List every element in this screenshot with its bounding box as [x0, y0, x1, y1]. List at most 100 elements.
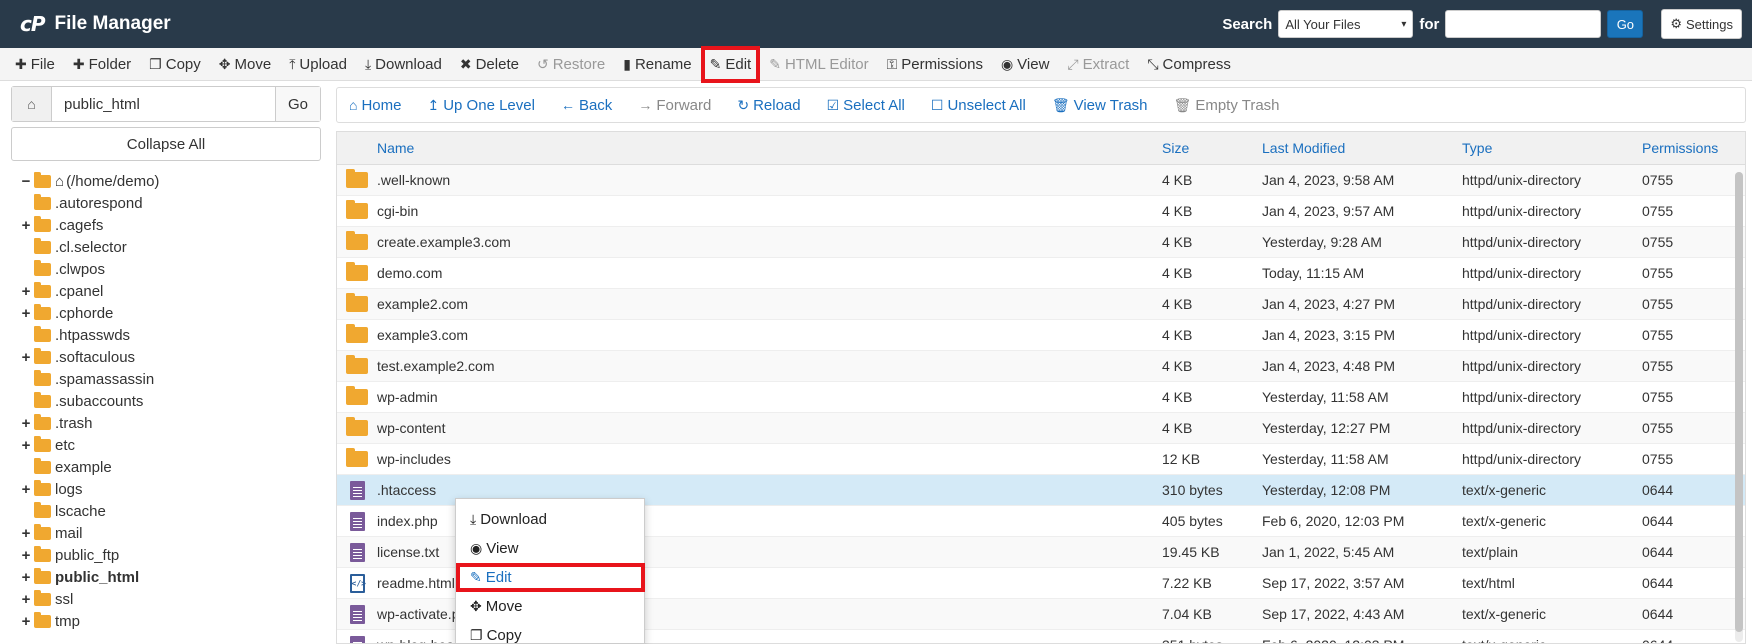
- tree-item[interactable]: + tmp: [18, 610, 328, 632]
- context-menu-item-download[interactable]: ⤓ Download: [456, 505, 644, 534]
- folder-icon: [34, 369, 51, 386]
- table-scrollbar[interactable]: [1735, 172, 1743, 642]
- key-icon: ⚿: [886, 55, 898, 72]
- table-row[interactable]: wp-includes 12 KB Yesterday, 11:58 AM httpd…: [337, 444, 1745, 475]
- table-row[interactable]: cgi-bin 4 KB Jan 4, 2023, 9:57 AM httpd/uni…: [337, 196, 1745, 227]
- empty-trash-button[interactable]: 🗑 Empty Trash: [1174, 97, 1280, 114]
- table-row[interactable]: demo.com 4 KB Today, 11:15 AM httpd/unix-di…: [337, 258, 1745, 289]
- reload-button[interactable]: ↻ Reload: [737, 97, 800, 114]
- upload-button[interactable]: ⤒ Upload: [280, 48, 356, 81]
- expand-icon[interactable]: +: [18, 613, 34, 630]
- edit-button[interactable]: ✎ Edit: [700, 45, 761, 83]
- tree-item[interactable]: lscache: [18, 500, 328, 522]
- name-column-header[interactable]: Name: [377, 140, 1162, 156]
- modified-column-header[interactable]: Last Modified: [1262, 140, 1462, 156]
- settings-button[interactable]: ⚙ Settings: [1661, 9, 1742, 39]
- context-menu-item-edit[interactable]: ✎ Edit: [456, 563, 645, 592]
- home-icon[interactable]: ⌂: [12, 87, 52, 121]
- table-row[interactable]: example2.com 4 KB Jan 4, 2023, 4:27 PM http…: [337, 289, 1745, 320]
- expand-icon[interactable]: +: [18, 415, 34, 432]
- app-logo[interactable]: cP File Manager: [20, 12, 171, 36]
- tree-item[interactable]: example: [18, 456, 328, 478]
- tree-item[interactable]: − ⌂ (/home/demo): [18, 170, 328, 192]
- tree-item[interactable]: .subaccounts: [18, 390, 328, 412]
- table-row[interactable]: create.example3.com 4 KB Yesterday, 9:28 A…: [337, 227, 1745, 258]
- extract-button[interactable]: ⤢ Extract: [1058, 48, 1138, 81]
- tree-item[interactable]: + public_ftp: [18, 544, 328, 566]
- collapse-icon[interactable]: −: [18, 173, 34, 190]
- restore-button[interactable]: ↺ Restore: [528, 48, 614, 81]
- move-button[interactable]: ✥ Move: [210, 48, 280, 81]
- view-button[interactable]: ◉ View: [992, 48, 1058, 81]
- context-menu: ⤓ Download ◉ View ✎ Edit ✥ Move ❐ Copy: [455, 498, 645, 644]
- file-modified: Feb 6, 2020, 12:03 PM: [1262, 637, 1462, 643]
- rename-button[interactable]: ▮ Rename: [614, 48, 700, 81]
- view-trash-button[interactable]: 🗑 View Trash: [1052, 97, 1148, 114]
- table-row[interactable]: wp-content 4 KB Yesterday, 12:27 PM httpd/u…: [337, 413, 1745, 444]
- table-row[interactable]: example3.com 4 KB Jan 4, 2023, 3:15 PM http…: [337, 320, 1745, 351]
- tree-item[interactable]: + .softaculous: [18, 346, 328, 368]
- plus-icon: ✚: [15, 55, 27, 72]
- expand-icon[interactable]: +: [18, 217, 34, 234]
- expand-icon[interactable]: +: [18, 569, 34, 586]
- tree-item[interactable]: + mail: [18, 522, 328, 544]
- context-menu-item-view[interactable]: ◉ View: [456, 534, 644, 563]
- file-type: httpd/unix-directory: [1462, 327, 1582, 343]
- search-go-button[interactable]: Go: [1607, 10, 1644, 38]
- context-menu-item-move[interactable]: ✥ Move: [456, 592, 644, 621]
- html-editor-button[interactable]: ✎ HTML Editor: [760, 48, 877, 81]
- new-file-button[interactable]: ✚ File: [6, 48, 64, 81]
- path-input[interactable]: public_html: [52, 87, 276, 121]
- expand-icon[interactable]: +: [18, 349, 34, 366]
- expand-icon[interactable]: +: [18, 481, 34, 498]
- tree-item[interactable]: + .cagefs: [18, 214, 328, 236]
- copy-button[interactable]: ❐ Copy: [140, 48, 210, 81]
- type-column-header[interactable]: Type: [1462, 140, 1642, 156]
- tree-item[interactable]: + .cphorde: [18, 302, 328, 324]
- file-type: text/x-generic: [1462, 606, 1547, 622]
- expand-icon[interactable]: +: [18, 525, 34, 542]
- table-row[interactable]: wp-admin 4 KB Yesterday, 11:58 AM httpd/uni…: [337, 382, 1745, 413]
- tree-item[interactable]: .htpasswds: [18, 324, 328, 346]
- download-button[interactable]: ⤓ Download: [356, 48, 451, 81]
- html-editor-label: HTML Editor: [784, 55, 869, 73]
- tree-item[interactable]: + public_html: [18, 566, 328, 588]
- context-menu-item-copy[interactable]: ❐ Copy: [456, 621, 644, 644]
- tree-item[interactable]: .cl.selector: [18, 236, 328, 258]
- tree-item[interactable]: + logs: [18, 478, 328, 500]
- permissions-column-header[interactable]: Permissions: [1642, 140, 1732, 156]
- tree-item[interactable]: .clwpos: [18, 258, 328, 280]
- scrollbar-thumb[interactable]: [1735, 172, 1743, 632]
- file-name: demo.com: [377, 265, 443, 281]
- expand-icon[interactable]: +: [18, 547, 34, 564]
- tree-item[interactable]: + ssl: [18, 588, 328, 610]
- tree-item[interactable]: + .trash: [18, 412, 328, 434]
- search-scope-select[interactable]: All Your Files ▾: [1278, 10, 1414, 38]
- size-column-header[interactable]: Size: [1162, 140, 1262, 156]
- tree-item[interactable]: + .cpanel: [18, 280, 328, 302]
- path-go-button[interactable]: Go: [276, 87, 320, 121]
- forward-button[interactable]: → Forward: [638, 97, 711, 114]
- expand-icon[interactable]: +: [18, 437, 34, 454]
- tree-item[interactable]: .spamassassin: [18, 368, 328, 390]
- folder-icon: [34, 281, 51, 298]
- collapse-all-button[interactable]: Collapse All: [11, 127, 321, 161]
- back-button[interactable]: ← Back: [561, 97, 612, 114]
- up-one-level-button[interactable]: ↥ Up One Level: [427, 97, 534, 114]
- file-size: 19.45 KB: [1162, 544, 1220, 560]
- new-folder-button[interactable]: ✚ Folder: [64, 48, 140, 81]
- search-input[interactable]: [1445, 10, 1602, 38]
- expand-icon[interactable]: +: [18, 283, 34, 300]
- delete-button[interactable]: ✖ Delete: [451, 48, 528, 81]
- compress-button[interactable]: ⤡ Compress: [1138, 48, 1240, 81]
- unselect-all-button[interactable]: ☐ Unselect All: [931, 97, 1026, 114]
- table-row[interactable]: .well-known 4 KB Jan 4, 2023, 9:58 AM httpd…: [337, 165, 1745, 196]
- select-all-button[interactable]: ☑ Select All: [827, 97, 905, 114]
- expand-icon[interactable]: +: [18, 305, 34, 322]
- tree-item[interactable]: + etc: [18, 434, 328, 456]
- expand-icon[interactable]: +: [18, 591, 34, 608]
- table-row[interactable]: test.example2.com 4 KB Jan 4, 2023, 4:48 P…: [337, 351, 1745, 382]
- home-button[interactable]: ⌂ Home: [349, 97, 401, 114]
- permissions-button[interactable]: ⚿ Permissions: [878, 48, 992, 81]
- tree-item[interactable]: .autorespond: [18, 192, 328, 214]
